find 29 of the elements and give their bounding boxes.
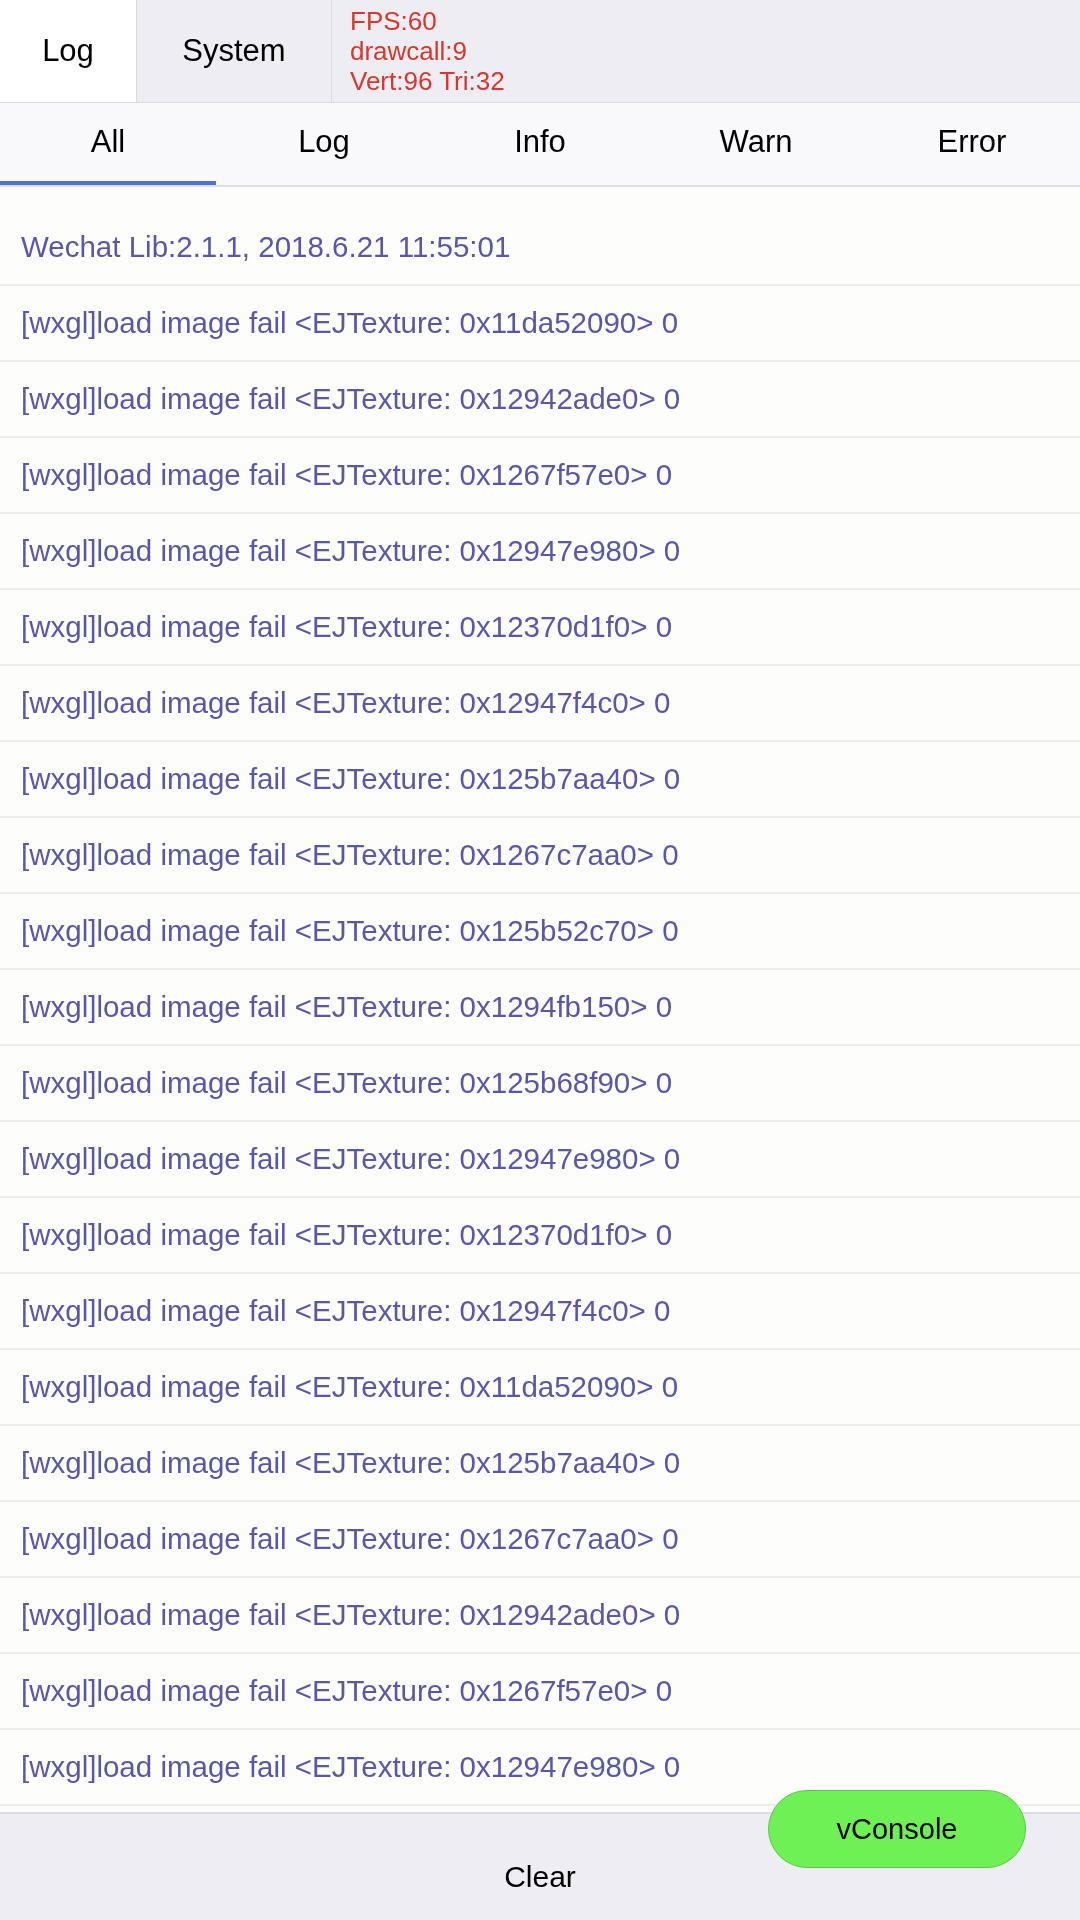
log-entry: [wxgl]load image fail <EJTexture: 0x12370d1f0> 0 — [0, 590, 1080, 666]
filter-tab[interactable]: Error — [864, 103, 1080, 185]
stats-overlay-text: FPS:60 — [350, 6, 437, 36]
log-entry: [wxgl]load image fail <EJTexture: 0x12947e980> 0 — [0, 1122, 1080, 1198]
vconsole-button[interactable]: vConsole — [768, 1790, 1026, 1868]
log-entry: Wechat Lib:2.1.1, 2018.6.21 11:55:01 — [0, 210, 1080, 286]
filter-tab[interactable]: Warn — [648, 103, 864, 185]
log-entry: [wxgl]load image fail <EJTexture: 0x12947f4c0> 0 — [0, 1274, 1080, 1350]
log-entry: [wxgl]load image fail <EJTexture: 0x125b7aa40> 0 — [0, 1426, 1080, 1502]
log-entry: [wxgl]load image fail <EJTexture: 0x12370d1f0> 0 — [0, 1198, 1080, 1274]
log-entry: [wxgl]load image fail <EJTexture: 0x1267f57e0> 0 — [0, 1654, 1080, 1730]
filter-tab[interactable]: Info — [432, 103, 648, 185]
log-entry: [wxgl]load image fail <EJTexture: 0x12947f4c0> 0 — [0, 666, 1080, 742]
log-entry: [wxgl]load image fail <EJTexture: 0x125b52c70> 0 — [0, 894, 1080, 970]
log-entry: [wxgl]load image fail <EJTexture: 0x12942ade0> 0 — [0, 1578, 1080, 1654]
log-entry: [wxgl]load image fail <EJTexture: 0x1267c7aa0> 0 — [0, 818, 1080, 894]
log-entry: [wxgl]load image fail <EJTexture: 0x12942ade0> 0 — [0, 362, 1080, 438]
log-entry: [wxgl]load image fail <EJTexture: 0x1267f57e0> 0 — [0, 438, 1080, 514]
log-entry: [wxgl]load image fail <EJTexture: 0x12947e980> 0 — [0, 514, 1080, 590]
log-entry: [wxgl]load image fail <EJTexture: 0x1267c7aa0> 0 — [0, 1502, 1080, 1578]
panel-tab[interactable]: Log — [0, 0, 137, 102]
log-entry: [wxgl]load image fail <EJTexture: 0x11da52090> 0 — [0, 286, 1080, 362]
stats-overlay-text: Vert:96 Tri:32 — [350, 66, 505, 96]
log-entry: [wxgl]load image fail <EJTexture: 0x11da52090> 0 — [0, 1350, 1080, 1426]
log-entry: [wxgl]load image fail <EJTexture: 0x125b68f90> 0 — [0, 1046, 1080, 1122]
log-entry: [wxgl]load image fail <EJTexture: 0x1294fb150> 0 — [0, 970, 1080, 1046]
log-entry: [wxgl]load image fail <EJTexture: 0x125b7aa40> 0 — [0, 742, 1080, 818]
filter-tab[interactable]: Log — [216, 103, 432, 185]
stats-overlay-text: drawcall:9 — [350, 36, 468, 66]
